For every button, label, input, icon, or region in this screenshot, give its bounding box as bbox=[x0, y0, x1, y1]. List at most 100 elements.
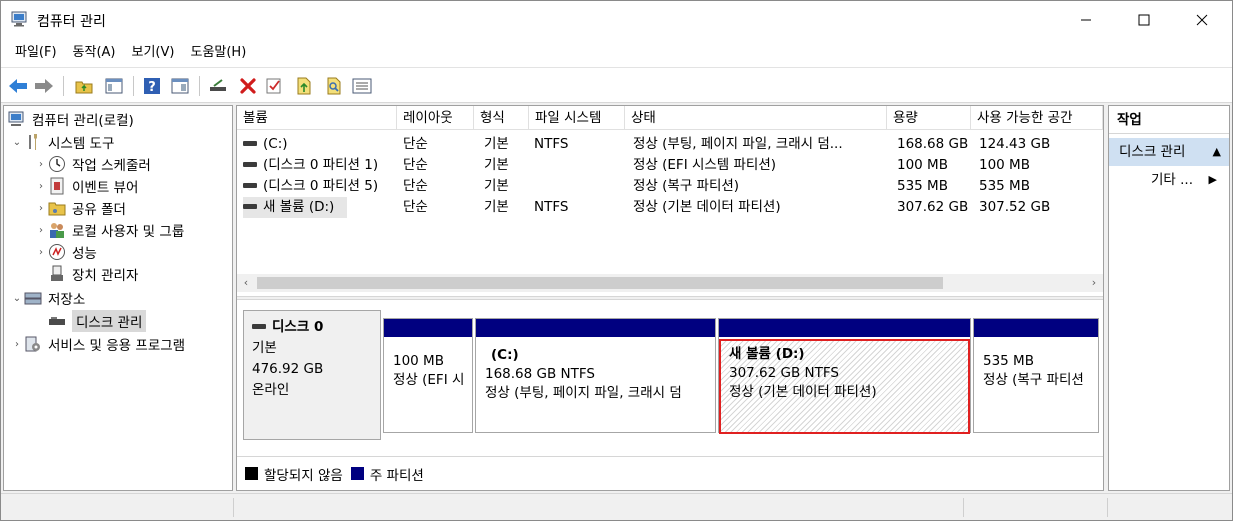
tree-label: 로컬 사용자 및 그룹 bbox=[72, 224, 185, 240]
connect-drive-icon[interactable] bbox=[207, 75, 229, 97]
column-header-type[interactable]: 형식 bbox=[474, 106, 529, 130]
volume-status: 정상 (EFI 시스템 파티션) bbox=[633, 157, 777, 173]
show-hide-tree-icon[interactable] bbox=[103, 75, 125, 97]
table-row[interactable]: (디스크 0 파티션 5) 단순 기본 정상 (복구 파티션) 535 MB 5… bbox=[237, 176, 1103, 197]
scroll-left-icon[interactable]: ‹ bbox=[237, 274, 255, 292]
chevron-right-icon[interactable]: › bbox=[34, 203, 48, 214]
volume-status: 정상 (부팅, 페이지 파일, 크래시 덤... bbox=[633, 136, 843, 152]
maximize-button[interactable] bbox=[1115, 1, 1173, 39]
partition-size: 100 MB bbox=[393, 353, 444, 369]
tree-item-storage[interactable]: ⌄ 저장소 bbox=[10, 287, 85, 309]
tree-item-computer-management-local[interactable]: 컴퓨터 관리(로컬) bbox=[8, 108, 134, 130]
chevron-right-icon[interactable]: › bbox=[34, 181, 48, 192]
volume-list-header: 볼륨 레이아웃 형식 파일 시스템 상태 용량 사용 가능한 공간 bbox=[237, 106, 1103, 130]
tree-label: 디스크 관리 bbox=[72, 310, 147, 332]
column-header-volume[interactable]: 볼륨 bbox=[237, 106, 397, 130]
volume-capacity: 307.62 GB bbox=[897, 199, 969, 215]
volume-layout: 단순 bbox=[403, 136, 428, 152]
menu-file[interactable]: 파일(F) bbox=[7, 39, 65, 67]
collapse-up-icon[interactable]: ▲ bbox=[1213, 138, 1221, 166]
tree-item-disk-management[interactable]: 디스크 관리 bbox=[48, 310, 147, 332]
storage-icon bbox=[24, 289, 42, 307]
delete-icon[interactable] bbox=[237, 75, 259, 97]
tree-label: 작업 스케줄러 bbox=[72, 158, 151, 174]
forward-icon[interactable] bbox=[33, 75, 55, 97]
column-header-free-space[interactable]: 사용 가능한 공간 bbox=[971, 106, 1103, 130]
close-button[interactable] bbox=[1173, 1, 1231, 39]
table-row[interactable]: 새 볼륨 (D:) 단순 기본 NTFS 정상 (기본 데이터 파티션) 307… bbox=[237, 197, 1103, 218]
column-header-capacity[interactable]: 용량 bbox=[887, 106, 971, 130]
tree-item-device-manager[interactable]: 장치 관리자 bbox=[48, 263, 138, 285]
tools-icon bbox=[24, 133, 42, 151]
actions-section-disk-management[interactable]: 디스크 관리 ▲ bbox=[1109, 138, 1229, 166]
actions-more[interactable]: 기타 ... ▶ bbox=[1109, 166, 1229, 194]
chevron-right-icon[interactable]: › bbox=[34, 247, 48, 258]
chevron-down-icon[interactable]: ⌄ bbox=[10, 293, 24, 304]
scrollbar-thumb[interactable] bbox=[257, 277, 943, 289]
chevron-down-icon[interactable]: ⌄ bbox=[10, 137, 24, 148]
volume-free-space: 100 MB bbox=[979, 157, 1030, 173]
partition-d[interactable]: 새 볼륨 (D:) 307.62 GB NTFS 정상 (기본 데이터 파티션) bbox=[718, 318, 971, 434]
partition-header-bar bbox=[719, 319, 970, 337]
search-document-icon[interactable] bbox=[323, 75, 345, 97]
volume-layout: 단순 bbox=[403, 157, 428, 173]
table-row[interactable]: (디스크 0 파티션 1) 단순 기본 정상 (EFI 시스템 파티션) 100… bbox=[237, 155, 1103, 176]
column-header-file-system[interactable]: 파일 시스템 bbox=[529, 106, 625, 130]
volume-file-system bbox=[534, 176, 624, 197]
tree-item-system-tools[interactable]: ⌄ 시스템 도구 bbox=[10, 131, 114, 153]
column-header-status[interactable]: 상태 bbox=[625, 106, 887, 130]
chevron-right-icon[interactable]: › bbox=[34, 159, 48, 170]
volume-free-space: 535 MB bbox=[979, 178, 1030, 194]
tree-item-shared-folders[interactable]: › 공유 폴더 bbox=[34, 197, 126, 219]
back-icon[interactable] bbox=[7, 75, 29, 97]
tree-item-local-users-groups[interactable]: › 로컬 사용자 및 그룹 bbox=[34, 219, 184, 241]
horizontal-scrollbar[interactable]: ‹ › bbox=[237, 274, 1103, 292]
scroll-right-icon[interactable]: › bbox=[1085, 274, 1103, 292]
volume-free-space: 307.52 GB bbox=[979, 199, 1051, 215]
volume-name: (디스크 0 파티션 1) bbox=[263, 157, 379, 173]
window-title: 컴퓨터 관리 bbox=[37, 14, 106, 30]
new-volume-icon[interactable] bbox=[293, 75, 315, 97]
actions-header: 작업 bbox=[1109, 106, 1229, 134]
chevron-right-icon[interactable]: › bbox=[34, 225, 48, 236]
volume-file-system bbox=[534, 155, 624, 176]
tree-item-services-applications[interactable]: › 서비스 및 응용 프로그램 bbox=[10, 333, 185, 355]
tree-item-task-scheduler[interactable]: › 작업 스케줄러 bbox=[34, 153, 151, 175]
volume-capacity: 168.68 GB bbox=[897, 136, 969, 152]
event-viewer-icon bbox=[48, 177, 66, 195]
partition-header-bar bbox=[476, 319, 715, 337]
volume-capacity: 535 MB bbox=[897, 178, 948, 194]
properties-pane-icon[interactable] bbox=[169, 75, 191, 97]
partition-efi[interactable]: 100 MB 정상 (EFI 시 bbox=[383, 318, 473, 433]
disk-info-box[interactable]: 디스크 0 기본 476.92 GB 온라인 bbox=[243, 310, 381, 440]
volume-type: 기본 bbox=[484, 136, 509, 152]
performance-icon bbox=[48, 243, 66, 261]
tree-label: 공유 폴더 bbox=[72, 202, 126, 218]
device-manager-icon bbox=[48, 265, 66, 283]
partition-status: 정상 (EFI 시 bbox=[393, 372, 465, 388]
chevron-right-icon[interactable]: › bbox=[10, 339, 24, 350]
tree-item-performance[interactable]: › 성능 bbox=[34, 241, 97, 263]
list-view-icon[interactable] bbox=[351, 75, 373, 97]
menu-help[interactable]: 도움말(H) bbox=[182, 39, 254, 67]
column-header-layout[interactable]: 레이아웃 bbox=[397, 106, 474, 130]
menu-action[interactable]: 동작(A) bbox=[65, 39, 124, 67]
tree-item-event-viewer[interactable]: › 이벤트 뷰어 bbox=[34, 175, 138, 197]
volume-status: 정상 (기본 데이터 파티션) bbox=[633, 199, 781, 215]
disk-icon bbox=[252, 323, 266, 329]
partition-c[interactable]: (C:) 168.68 GB NTFS 정상 (부팅, 페이지 파일, 크래시 … bbox=[475, 318, 716, 433]
partition-size: 168.68 GB NTFS bbox=[485, 366, 595, 382]
tree-label: 컴퓨터 관리(로컬) bbox=[32, 113, 134, 129]
menu-view[interactable]: 보기(V) bbox=[124, 39, 183, 67]
partition-recovery[interactable]: 535 MB 정상 (복구 파티션 bbox=[973, 318, 1099, 433]
volume-name: (디스크 0 파티션 5) bbox=[263, 178, 379, 194]
status-separator bbox=[233, 498, 234, 517]
disk-name: 디스크 0 bbox=[272, 319, 324, 335]
toolbar: ? bbox=[1, 67, 1232, 103]
volume-type: 기본 bbox=[484, 199, 509, 215]
minimize-button[interactable] bbox=[1057, 1, 1115, 39]
table-row[interactable]: (C:) 단순 기본 NTFS 정상 (부팅, 페이지 파일, 크래시 덤...… bbox=[237, 134, 1103, 155]
help-icon[interactable]: ? bbox=[141, 75, 163, 97]
check-disk-icon[interactable] bbox=[263, 75, 285, 97]
up-folder-icon[interactable] bbox=[73, 75, 95, 97]
